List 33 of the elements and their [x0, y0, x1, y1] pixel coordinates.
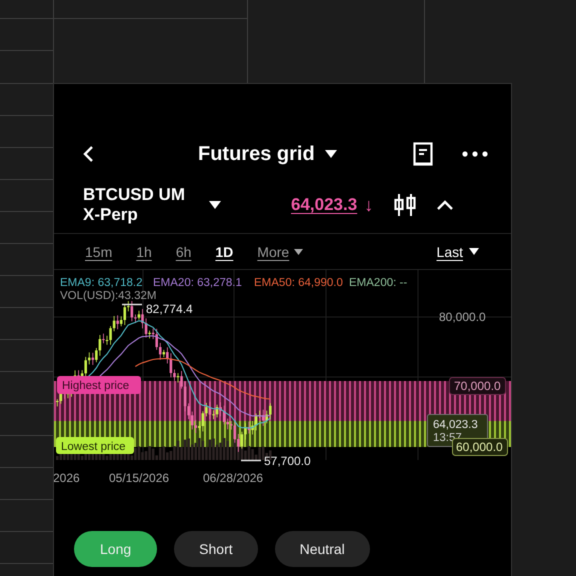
- date-axis-label: 06/28/2026: [203, 471, 264, 485]
- caret-icon: [324, 150, 337, 158]
- price-change-arrow: ↓: [364, 194, 374, 216]
- symbol-dropdown[interactable]: BTCUSD UM X-Perp: [83, 185, 195, 225]
- mode-button[interactable]: Short: [174, 531, 258, 567]
- lowest-price-label: Lowest price: [56, 437, 134, 454]
- interval-tab[interactable]: 1h: [136, 244, 152, 260]
- interval-tab[interactable]: 1D: [215, 244, 234, 260]
- price-type-dropdown[interactable]: Last: [436, 244, 479, 260]
- more-icon[interactable]: [462, 151, 488, 157]
- ema-legend-item: EMA200: --: [349, 277, 408, 289]
- back-icon[interactable]: [82, 145, 94, 163]
- mode-button[interactable]: Neutral: [274, 531, 370, 567]
- caret-icon: [469, 248, 479, 255]
- interval-tab[interactable]: 15m: [85, 244, 112, 260]
- upper-price-tag: 70,000.0: [449, 377, 506, 395]
- lower-price-tag: 60,000.0: [452, 438, 508, 456]
- highest-price-label: Highest price: [57, 376, 141, 394]
- title-dropdown[interactable]: Futures grid: [198, 142, 337, 166]
- ema-legend-item: EMA50: 64,990.0: [254, 277, 343, 289]
- ema-legend-item: EMA9: 63,718.2: [60, 277, 142, 289]
- ema-legend-item: EMA20: 63,278.1: [153, 277, 242, 289]
- date-axis-label: 05/15/2026: [109, 471, 170, 485]
- collapse-icon[interactable]: [437, 200, 454, 210]
- interval-tab[interactable]: 6h: [176, 244, 192, 260]
- more-intervals-dropdown[interactable]: More: [257, 244, 304, 260]
- document-icon[interactable]: [412, 142, 433, 166]
- last-price-link[interactable]: 64,023.3: [291, 195, 358, 215]
- caret-icon[interactable]: [209, 201, 221, 209]
- volume-legend: VOL(USD):43.32M: [60, 290, 157, 302]
- candlestick-icon[interactable]: [393, 194, 418, 216]
- price-axis-label: 80,000.0: [439, 310, 486, 324]
- caret-icon: [294, 248, 304, 254]
